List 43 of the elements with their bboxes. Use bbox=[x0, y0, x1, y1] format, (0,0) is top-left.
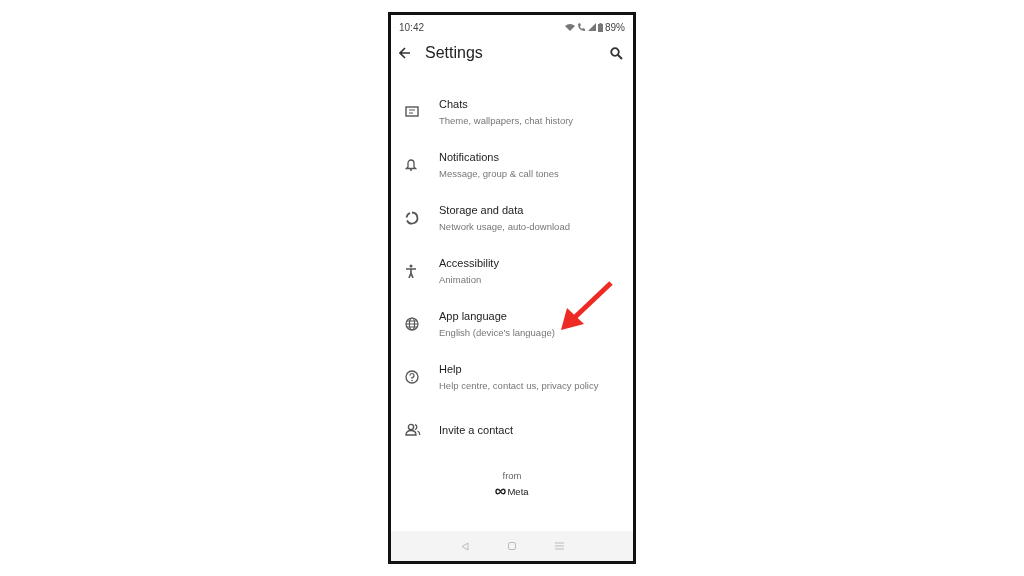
item-subtitle: Help centre, contact us, privacy policy bbox=[439, 379, 599, 391]
battery-icon bbox=[598, 22, 603, 32]
annotation-arrow bbox=[559, 281, 613, 331]
item-subtitle: Network usage, auto-download bbox=[439, 220, 570, 232]
recents-nav-icon[interactable] bbox=[554, 542, 564, 550]
call-icon bbox=[577, 22, 586, 32]
settings-item[interactable]: Storage and data Network usage, auto-download bbox=[391, 191, 633, 244]
item-title: Help bbox=[439, 362, 463, 375]
home-nav-icon[interactable] bbox=[507, 542, 516, 550]
settings-item[interactable]: Invite a contact bbox=[391, 403, 633, 456]
settings-item[interactable]: Accessibility Animation bbox=[391, 244, 633, 297]
back-arrow-icon[interactable] bbox=[399, 47, 411, 59]
screen-title: Settings bbox=[425, 44, 484, 62]
footer-from: from bbox=[502, 470, 522, 481]
infinity-logo-icon bbox=[495, 488, 507, 495]
wifi-icon bbox=[565, 23, 575, 31]
item-title: Invite a contact bbox=[439, 423, 513, 436]
settings-item[interactable]: App language English (device's language) bbox=[391, 297, 633, 350]
settings-item[interactable]: Notifications Message, group & call tones bbox=[391, 138, 633, 191]
item-title: App language bbox=[439, 309, 508, 322]
item-subtitle: Animation bbox=[439, 273, 483, 285]
item-title: Accessibility bbox=[439, 256, 499, 269]
globe-icon bbox=[405, 316, 419, 331]
chat-icon bbox=[405, 105, 419, 118]
item-title: Chats bbox=[439, 97, 469, 110]
item-title: Storage and data bbox=[439, 203, 525, 216]
accessibility-icon bbox=[405, 263, 417, 278]
bell-icon bbox=[405, 158, 417, 171]
battery-level: 89% bbox=[605, 21, 625, 33]
item-subtitle: Theme, wallpapers, chat history bbox=[439, 114, 574, 126]
signal-icon bbox=[588, 23, 596, 31]
item-subtitle: English (device's language) bbox=[439, 326, 555, 338]
item-title: Notifications bbox=[439, 150, 500, 163]
search-icon[interactable] bbox=[610, 46, 623, 60]
status-time: 10:42 bbox=[399, 21, 425, 33]
back-nav-icon[interactable] bbox=[460, 541, 469, 551]
people-icon bbox=[405, 423, 421, 436]
item-subtitle: Message, group & call tones bbox=[439, 167, 559, 179]
brand-name: Meta bbox=[507, 486, 529, 497]
settings-item[interactable]: Help Help centre, contact us, privacy policy bbox=[391, 350, 633, 403]
storage-icon bbox=[405, 210, 419, 225]
settings-item[interactable]: Chats Theme, wallpapers, chat history bbox=[391, 85, 633, 138]
help-icon bbox=[405, 369, 419, 384]
